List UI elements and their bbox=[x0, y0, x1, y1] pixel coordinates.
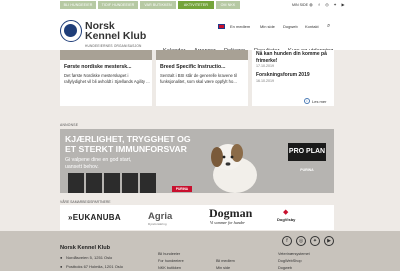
ad-headline-line1: KJÆRLIGHET, TRYGGHET OG bbox=[65, 134, 191, 144]
ad-headline-line2: ET STERKT IMMUNFORSVAR bbox=[65, 144, 187, 154]
partners-label: VÅRE SAMARBEIDSPARTNERE bbox=[60, 200, 111, 204]
product-bag bbox=[68, 173, 84, 193]
footer-address: Nordåsveien 5, 1251 Oslo bbox=[66, 255, 113, 260]
news-card-text: Sentralt i BSI står de generelle kravene… bbox=[160, 73, 238, 85]
ad-subtext-line2: uansett behov. bbox=[65, 164, 99, 170]
ad-label: ANNONSE bbox=[60, 123, 79, 127]
news-card[interactable]: Breed Specific Instructio... Sentralt i … bbox=[156, 50, 248, 106]
product-bag bbox=[86, 173, 102, 193]
facebook-icon[interactable]: f bbox=[282, 236, 292, 246]
instagram-icon[interactable]: ◎ bbox=[324, 2, 330, 8]
news-card-title[interactable]: Breed Specific Instructio... bbox=[160, 64, 244, 70]
product-bag bbox=[122, 173, 138, 193]
pro-plan-purina-small: PURINA bbox=[300, 168, 314, 172]
top-bar: BLI HUNDEEIER TIDIF HUNDEEIER VAR BUTIKK… bbox=[0, 0, 400, 10]
dogvisby-logo[interactable]: DogVisby bbox=[277, 217, 295, 222]
site-header: Norsk Kennel Klub HUNDEEIERNES ORGANISAS… bbox=[0, 10, 400, 54]
brand-name[interactable]: Norsk Kennel Klub bbox=[85, 21, 147, 42]
twitter-icon[interactable]: ✦ bbox=[310, 236, 320, 246]
news-card-title[interactable]: Første nordiske mestersk... bbox=[64, 64, 148, 70]
util-kontakt[interactable]: Kontakt bbox=[305, 24, 319, 29]
facebook-icon[interactable]: f bbox=[316, 2, 322, 8]
news-card-text: Det første Nordiske mesterskapet i rally… bbox=[64, 73, 150, 85]
tab-bli-hundeeier[interactable]: BLI HUNDEEIER bbox=[60, 1, 96, 9]
ad-banner[interactable]: KJÆRLIGHET, TRYGGHET OG ET STERKT IMMUNF… bbox=[60, 129, 334, 193]
side-news-date: 16.10.2019 bbox=[256, 79, 274, 83]
brand-name-line2: Kennel Klub bbox=[85, 30, 147, 42]
tab-aktiviteter[interactable]: AKTIVITETER bbox=[178, 1, 214, 9]
instagram-icon[interactable]: ◎ bbox=[296, 236, 306, 246]
footer-link[interactable]: Bli medlem bbox=[216, 259, 235, 263]
side-news-title[interactable]: Nå kan hunden din komme på frimerke! bbox=[256, 51, 334, 64]
dogman-tagline: Vi sommer for hunder bbox=[210, 220, 245, 225]
side-news-date: 17.10.2019 bbox=[256, 64, 274, 68]
tab-om-nkk[interactable]: OM NKK bbox=[216, 1, 240, 9]
footer-link[interactable]: Min side bbox=[216, 266, 230, 270]
partners-bar: »EUKANUBA Agria Dyreforsikring Dogman Vi… bbox=[60, 205, 334, 230]
globe-icon[interactable]: ◍ bbox=[308, 2, 314, 8]
util-dogweb[interactable]: Dogweb bbox=[283, 24, 298, 29]
location-pin-icon: ● bbox=[60, 264, 63, 269]
puppy-image bbox=[211, 144, 257, 193]
agria-subtitle: Dyreforsikring bbox=[148, 222, 167, 226]
search-icon[interactable]: ⌕ bbox=[327, 23, 330, 30]
youtube-icon[interactable]: ▶ bbox=[340, 2, 346, 8]
pro-plan-brand: PRO PLAN bbox=[288, 148, 326, 155]
footer-link[interactable]: Veterinærsystemet bbox=[278, 252, 310, 256]
news-card-image bbox=[60, 50, 152, 60]
location-pin-icon: ● bbox=[60, 255, 63, 260]
ad-subtext: Gi valpene dine en god start, uansett be… bbox=[65, 157, 131, 171]
nkk-logo-icon[interactable] bbox=[60, 20, 82, 42]
ad-headline: KJÆRLIGHET, TRYGGHET OG ET STERKT IMMUNF… bbox=[65, 134, 191, 154]
footer-link[interactable]: DogWebShop bbox=[278, 259, 302, 263]
agria-logo[interactable]: Agria bbox=[148, 211, 172, 222]
tab-tidif-hundeeier[interactable]: TIDIF HUNDEEIER bbox=[98, 1, 138, 9]
ad-subtext-line1: Gi valpene dine en god start, bbox=[65, 157, 132, 163]
footer-link[interactable]: Dogweb bbox=[278, 266, 292, 270]
footer-link[interactable]: Bli hundeeier bbox=[158, 252, 180, 256]
purina-logo: PURINA bbox=[172, 186, 192, 192]
util-bli-medlem[interactable]: En medlem bbox=[230, 24, 250, 29]
news-card-image bbox=[156, 50, 248, 60]
twitter-icon[interactable]: ✦ bbox=[332, 2, 338, 8]
side-news-title[interactable]: Forskningsforum 2019 bbox=[256, 72, 310, 79]
tab-butikken[interactable]: VAR BUTIKKEN bbox=[140, 1, 176, 9]
uk-flag-icon[interactable] bbox=[218, 24, 225, 29]
util-min-side[interactable]: Min side bbox=[260, 24, 275, 29]
youtube-icon[interactable]: ▶ bbox=[324, 236, 334, 246]
product-bag bbox=[104, 173, 120, 193]
product-bag bbox=[140, 173, 156, 193]
les-mer-link[interactable]: Les mer bbox=[312, 99, 326, 104]
dogman-logo[interactable]: Dogman bbox=[209, 206, 252, 221]
site-footer: f ◎ ✦ ▶ Norsk Kennel Klub ● Nordåsveien … bbox=[0, 231, 400, 271]
side-news-list: Nå kan hunden din komme på frimerke! 17.… bbox=[252, 50, 334, 106]
footer-title: Norsk Kennel Klub bbox=[60, 245, 111, 251]
min-side-link[interactable]: MIN SIDE bbox=[292, 1, 308, 9]
info-icon[interactable]: i bbox=[304, 98, 310, 104]
brand-subtitle: HUNDEEIERNES ORGANISASJON bbox=[85, 44, 142, 48]
eukanuba-logo[interactable]: »EUKANUBA bbox=[68, 213, 121, 222]
footer-link[interactable]: For hundeeiere bbox=[158, 259, 184, 263]
footer-link[interactable]: NKK butikken bbox=[158, 266, 181, 270]
news-card[interactable]: Første nordiske mestersk... Det første N… bbox=[60, 50, 152, 106]
dogvisby-icon: ◆ bbox=[283, 209, 289, 216]
pro-plan-logo: PRO PLAN PURINA bbox=[288, 143, 326, 172]
footer-postbox: Postboks 67 Holmlia, 1201 Oslo bbox=[66, 264, 123, 269]
